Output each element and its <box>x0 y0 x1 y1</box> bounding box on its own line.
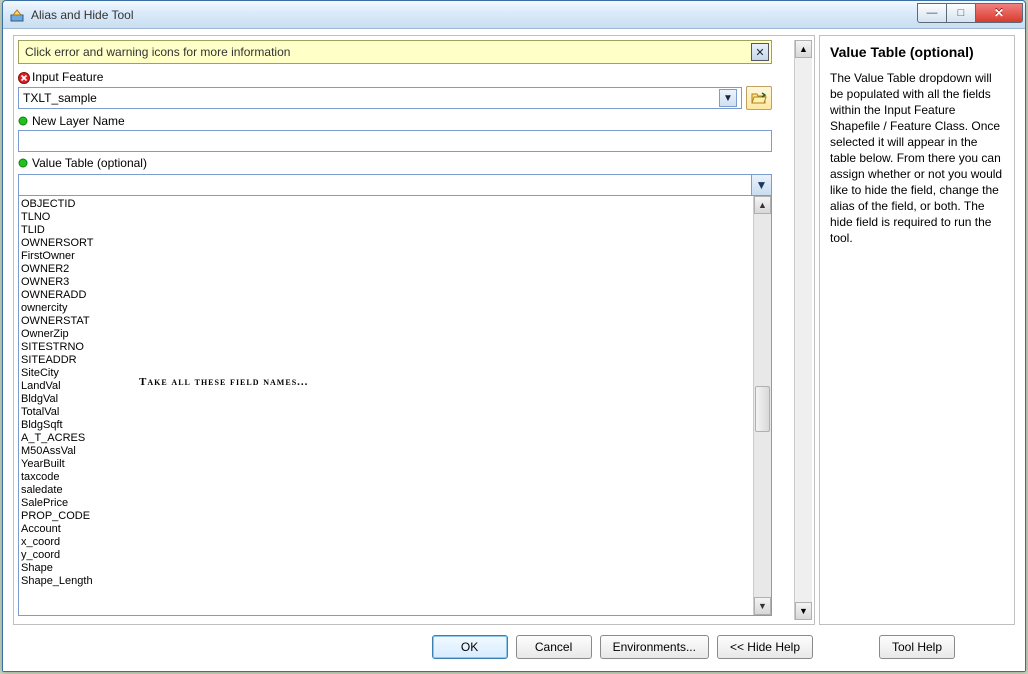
button-bar: OK Cancel Environments... << Hide Help T… <box>3 629 1025 671</box>
scroll-thumb[interactable] <box>755 386 770 432</box>
field-item[interactable]: ownercity <box>21 302 751 315</box>
input-feature-combo[interactable]: TXLT_sample ▼ <box>18 87 742 109</box>
ok-icon <box>18 158 28 168</box>
field-item[interactable]: x_coord <box>21 536 751 549</box>
window-title: Alias and Hide Tool <box>31 8 134 22</box>
field-item[interactable]: LandVal <box>21 380 751 393</box>
top-split: Click error and warning icons for more i… <box>3 29 1025 629</box>
environments-button[interactable]: Environments... <box>600 635 709 659</box>
field-item[interactable]: OwnerZip <box>21 328 751 341</box>
ok-icon <box>18 116 28 126</box>
dropdown-arrow-icon[interactable]: ▼ <box>751 175 771 195</box>
field-item[interactable]: FirstOwner <box>21 250 751 263</box>
param-label: Input Feature <box>18 68 772 86</box>
tool-help-button[interactable]: Tool Help <box>879 635 955 659</box>
field-item[interactable]: A_T_ACRES <box>21 432 751 445</box>
field-list-container: OBJECTIDTLNOTLIDOWNERSORTFirstOwnerOWNER… <box>18 196 772 616</box>
field-item[interactable]: SITESTRNO <box>21 341 751 354</box>
field-item[interactable]: PROP_CODE <box>21 510 751 523</box>
scroll-track[interactable] <box>754 214 771 597</box>
field-item[interactable]: SITEADDR <box>21 354 751 367</box>
field-item[interactable]: Shape <box>21 562 751 575</box>
field-item[interactable]: OWNER3 <box>21 276 751 289</box>
message-text: Click error and warning icons for more i… <box>25 45 290 59</box>
field-item[interactable]: OWNER2 <box>21 263 751 276</box>
field-item[interactable]: TLNO <box>21 211 751 224</box>
field-item[interactable]: TotalVal <box>21 406 751 419</box>
scroll-up-button[interactable]: ▲ <box>795 40 812 58</box>
label-text: Value Table (optional) <box>32 156 147 170</box>
browse-button[interactable] <box>746 86 772 110</box>
field-item[interactable]: BldgSqft <box>21 419 751 432</box>
new-layer-name-input[interactable] <box>18 130 772 152</box>
scroll-up-button[interactable]: ▲ <box>754 196 771 214</box>
dropdown-arrow-icon[interactable]: ▼ <box>719 89 737 107</box>
param-value-table: Value Table (optional) ▼ OBJECTIDTLNOTLI… <box>18 154 772 620</box>
app-icon <box>9 7 25 23</box>
window-buttons: — □ ✕ <box>918 3 1023 23</box>
field-item[interactable]: Shape_Length <box>21 575 751 588</box>
field-item[interactable]: SalePrice <box>21 497 751 510</box>
list-scrollbar[interactable]: ▲ ▼ <box>753 196 771 615</box>
field-item[interactable]: YearBuilt <box>21 458 751 471</box>
scroll-track[interactable] <box>795 58 812 602</box>
parameters-pane: Click error and warning icons for more i… <box>13 35 815 625</box>
scroll-down-button[interactable]: ▼ <box>754 597 771 615</box>
field-item[interactable]: M50AssVal <box>21 445 751 458</box>
minimize-icon: — <box>927 7 938 19</box>
hide-help-button[interactable]: << Hide Help <box>717 635 813 659</box>
scroll-down-button[interactable]: ▼ <box>795 602 812 620</box>
error-icon[interactable] <box>18 72 28 82</box>
field-item[interactable]: y_coord <box>21 549 751 562</box>
minimize-button[interactable]: — <box>917 3 947 23</box>
label-text: New Layer Name <box>32 114 125 128</box>
field-item[interactable]: taxcode <box>21 471 751 484</box>
label-text: Input Feature <box>32 70 103 84</box>
titlebar: Alias and Hide Tool — □ ✕ <box>3 1 1025 29</box>
field-item[interactable]: OWNERSTAT <box>21 315 751 328</box>
field-item[interactable]: Account <box>21 523 751 536</box>
field-item[interactable]: OWNERSORT <box>21 237 751 250</box>
ok-button[interactable]: OK <box>432 635 508 659</box>
dialog-body: Click error and warning icons for more i… <box>3 29 1025 671</box>
message-close-button[interactable]: ✕ <box>751 43 769 61</box>
field-list[interactable]: OBJECTIDTLNOTLIDOWNERSORTFirstOwnerOWNER… <box>19 196 753 615</box>
close-icon: ✕ <box>755 46 764 59</box>
value-table-dropdown[interactable]: ▼ <box>18 174 772 196</box>
help-title: Value Table (optional) <box>830 44 1004 60</box>
param-label: New Layer Name <box>18 112 772 130</box>
param-new-layer-name: New Layer Name <box>18 112 772 152</box>
combo-value: TXLT_sample <box>23 91 97 105</box>
field-item[interactable]: saledate <box>21 484 751 497</box>
param-input-feature: Input Feature TXLT_sample ▼ <box>18 68 772 110</box>
field-item[interactable]: BldgVal <box>21 393 751 406</box>
dialog-window: Alias and Hide Tool — □ ✕ Click error an… <box>2 0 1026 672</box>
field-item[interactable]: TLID <box>21 224 751 237</box>
pane-scrollbar[interactable]: ▲ ▼ <box>794 40 812 620</box>
parameters-content: Click error and warning icons for more i… <box>18 40 794 620</box>
help-pane: Value Table (optional) The Value Table d… <box>819 35 1015 625</box>
param-label: Value Table (optional) <box>18 154 772 172</box>
maximize-button[interactable]: □ <box>946 3 976 23</box>
folder-open-icon <box>751 91 767 105</box>
close-button[interactable]: ✕ <box>975 3 1023 23</box>
help-body: The Value Table dropdown will be populat… <box>830 70 1004 246</box>
message-bar: Click error and warning icons for more i… <box>18 40 772 64</box>
maximize-icon: □ <box>958 7 965 19</box>
field-item[interactable]: SiteCity <box>21 367 751 380</box>
cancel-button[interactable]: Cancel <box>516 635 592 659</box>
field-item[interactable]: OWNERADD <box>21 289 751 302</box>
close-icon: ✕ <box>994 6 1004 20</box>
field-item[interactable]: OBJECTID <box>21 198 751 211</box>
